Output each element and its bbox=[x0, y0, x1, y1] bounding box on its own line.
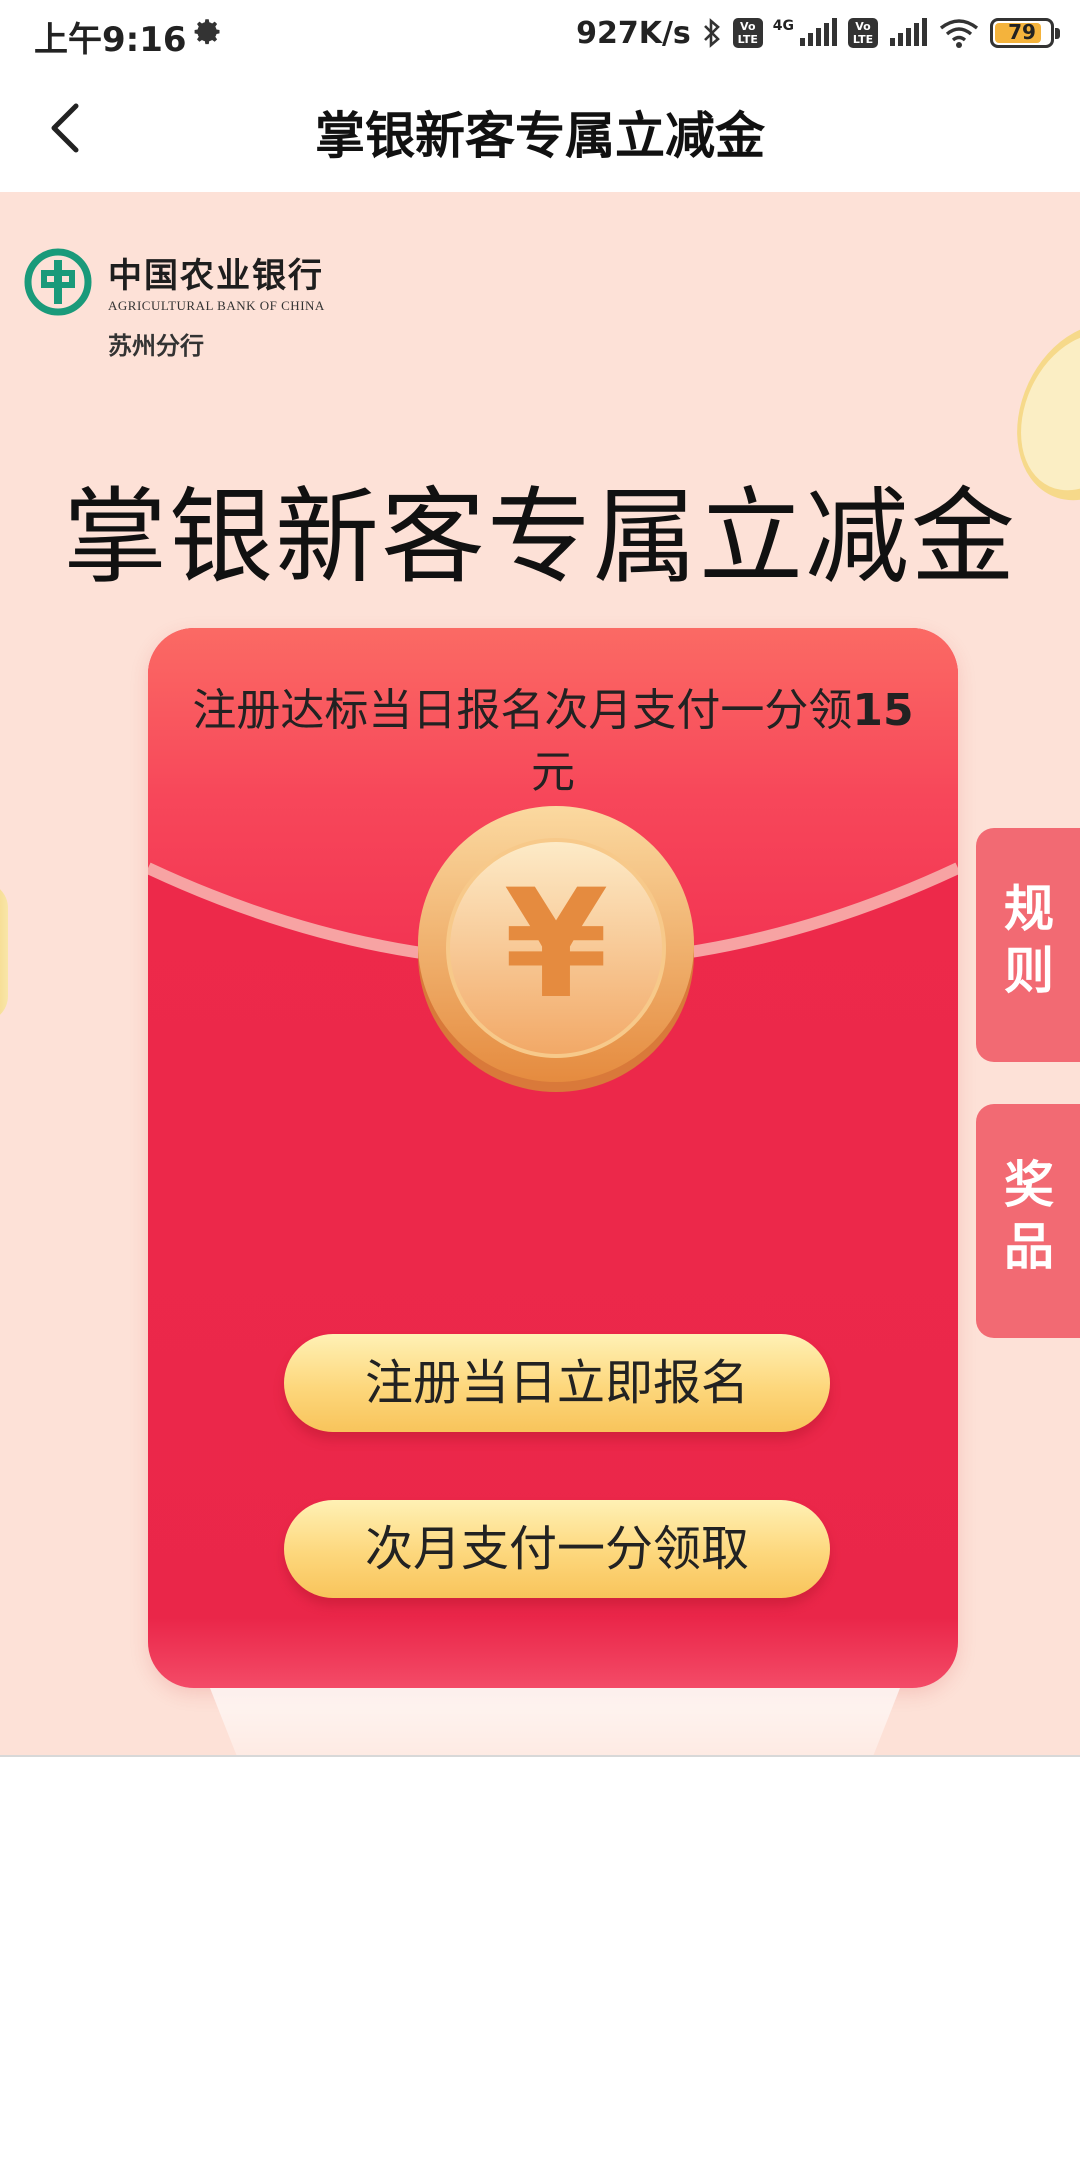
pay-claim-button[interactable]: 次月支付一分领取 bbox=[284, 1500, 830, 1598]
prizes-tab-label: 奖品 bbox=[1004, 1156, 1054, 1276]
bank-logo: 中国农业银行 AGRICULTURAL BANK OF CHINA 苏州分行 bbox=[24, 248, 364, 360]
description-text: 注册达标当日报名次月支付一分领 bbox=[192, 685, 853, 736]
register-signup-button[interactable]: 注册当日立即报名 bbox=[284, 1334, 830, 1432]
status-time: 上午9:16 bbox=[34, 20, 187, 60]
envelope-description: 注册达标当日报名次月支付一分领15 元 bbox=[168, 680, 938, 804]
battery-tip bbox=[1055, 28, 1060, 39]
net-speed: 927K/s bbox=[576, 15, 691, 51]
banner-divider bbox=[0, 1755, 1080, 1757]
coin-decoration-left bbox=[0, 882, 8, 1022]
network-type: 4G bbox=[772, 18, 794, 34]
promo-banner: 中国农业银行 AGRICULTURAL BANK OF CHINA 苏州分行 掌… bbox=[0, 192, 1080, 1756]
signal-icon-2 bbox=[890, 18, 927, 46]
bank-name-en: AGRICULTURAL BANK OF CHINA bbox=[108, 298, 325, 313]
signal-icon bbox=[800, 18, 837, 46]
rules-tab-label: 规则 bbox=[1004, 880, 1054, 1000]
bank-branch: 苏州分行 bbox=[108, 331, 204, 360]
abc-emblem-icon bbox=[24, 248, 92, 316]
bluetooth-icon bbox=[703, 18, 720, 48]
red-envelope: 注册达标当日报名次月支付一分领15 元 ¥ 注册当日立即报名 次月支付一分领取 bbox=[148, 628, 958, 1688]
status-indicators: 927K/s Vo LTE 4G Vo LTE 79 bbox=[576, 10, 1060, 56]
nav-bar: 掌银新客专属立减金 bbox=[0, 66, 1080, 192]
wifi-icon bbox=[939, 19, 979, 48]
description-amount: 15 bbox=[852, 685, 914, 736]
status-bar: 上午9:16 927K/s Vo LTE 4G Vo LTE 79 bbox=[0, 0, 1080, 66]
yuan-coin-icon: ¥ bbox=[418, 806, 694, 1092]
volte-icon: Vo LTE bbox=[732, 18, 763, 48]
envelope-bottom-glow bbox=[148, 1618, 958, 1688]
description-unit: 元 bbox=[531, 747, 575, 798]
bank-name-cn: 中国农业银行 bbox=[108, 256, 324, 296]
battery-level: 79 bbox=[1008, 20, 1036, 44]
promo-headline: 掌银新客专属立减金 bbox=[62, 476, 1017, 598]
gear-icon bbox=[194, 19, 220, 45]
volte-icon-2: Vo LTE bbox=[848, 18, 878, 48]
rules-tab[interactable]: 规则 bbox=[976, 828, 1080, 1062]
envelope-stand bbox=[210, 1688, 900, 1756]
coin-symbol: ¥ bbox=[504, 858, 608, 1032]
prizes-tab[interactable]: 奖品 bbox=[976, 1104, 1080, 1338]
battery-icon: 79 bbox=[990, 18, 1060, 48]
page-title: 掌银新客专属立减金 bbox=[315, 107, 765, 165]
